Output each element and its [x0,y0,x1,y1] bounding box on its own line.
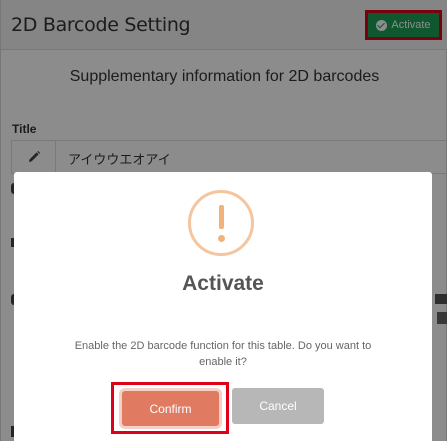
dialog-title: Activate [182,272,264,295]
activate-confirm-dialog: Activate Enable the 2D barcode function … [14,172,432,441]
confirm-button[interactable]: Confirm [122,391,219,426]
warning-icon [188,190,254,256]
confirm-button-highlight: Confirm [111,382,229,434]
dialog-message: Enable the 2D barcode function for this … [36,338,410,370]
cancel-button[interactable]: Cancel [232,388,324,424]
dialog-message-line: enable it? [199,356,247,368]
dialog-message-line: Enable the 2D barcode function for this … [74,340,372,352]
